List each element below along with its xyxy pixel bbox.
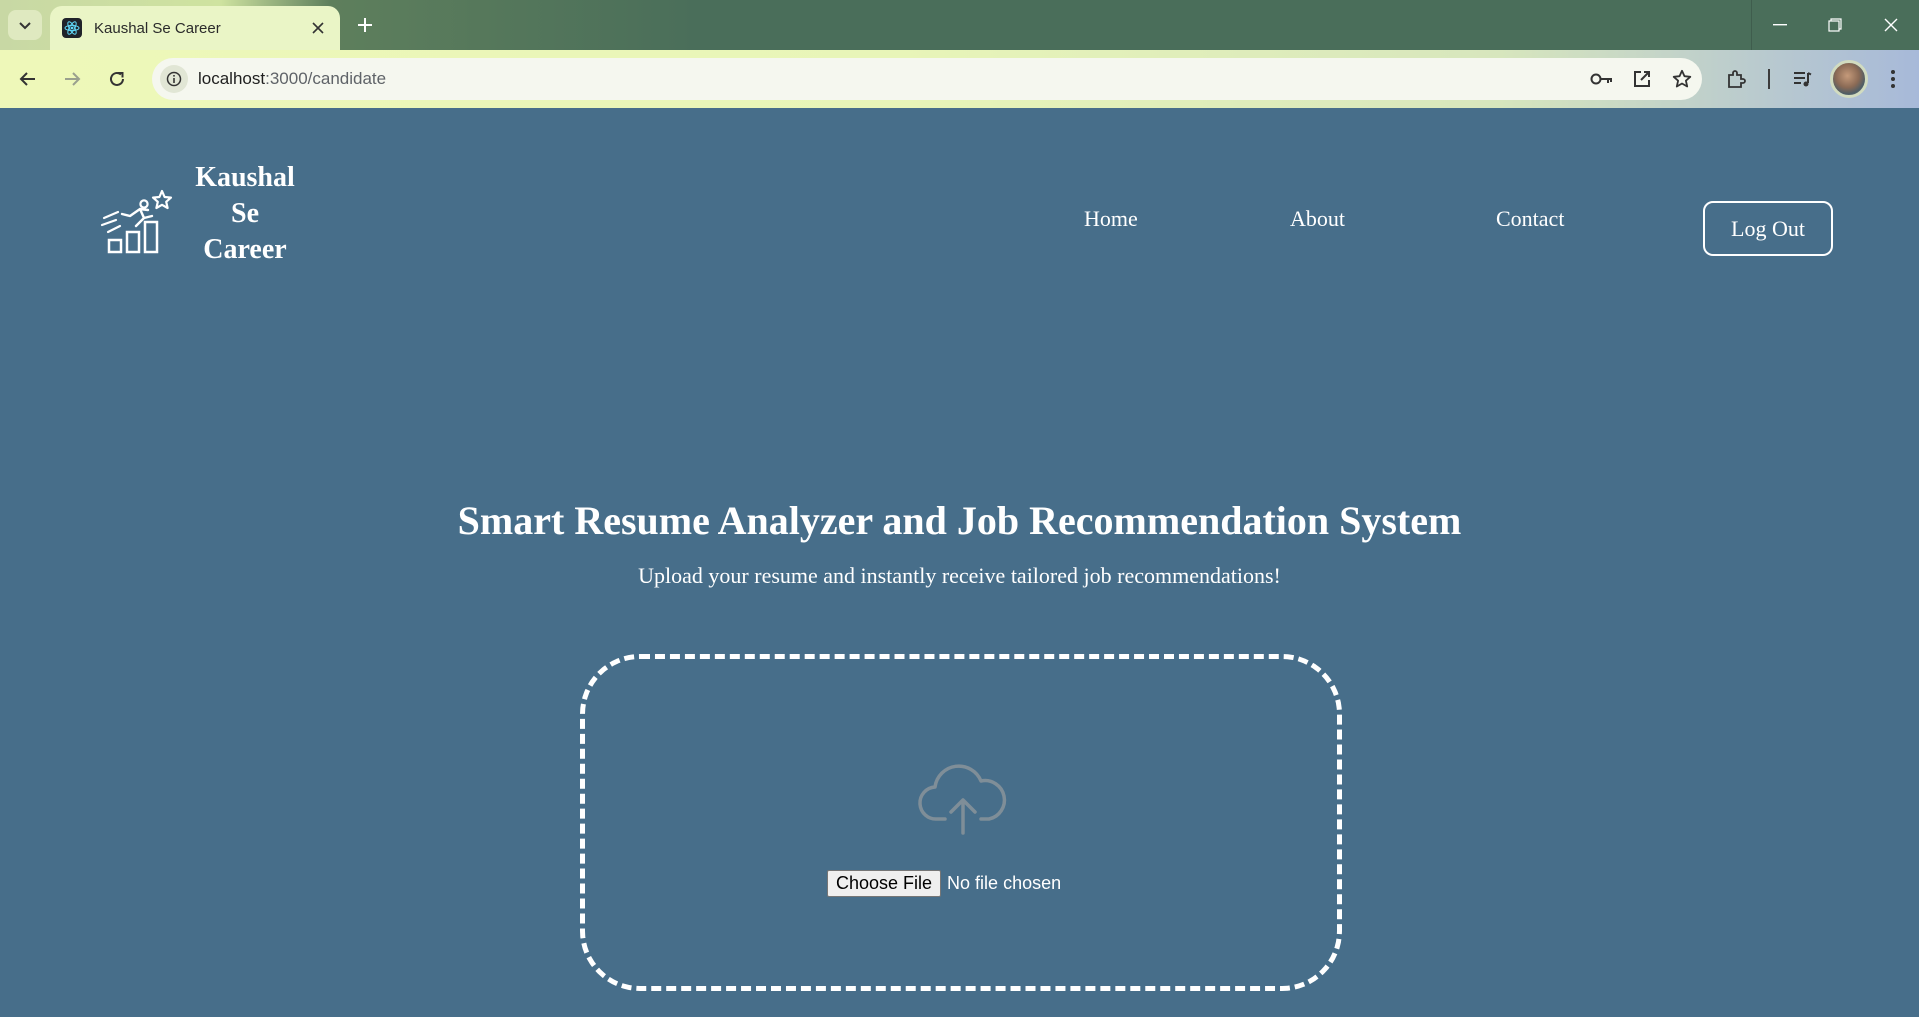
url-text[interactable]: localhost:3000/candidate — [198, 69, 1582, 89]
file-status-text: No file chosen — [947, 873, 1062, 893]
cloud-upload-icon — [918, 764, 1007, 835]
brand-name: Kaushal Se Career — [185, 160, 305, 268]
brand-line-1: Kaushal — [195, 162, 295, 193]
browser-tab-strip: Kaushal Se Career — [0, 0, 1919, 50]
tab-search-icon[interactable] — [8, 10, 42, 40]
url-host: localhost — [198, 69, 266, 88]
extensions-icon[interactable] — [1719, 62, 1753, 96]
brand-line-3: Career — [203, 234, 287, 265]
window-close-icon[interactable] — [1863, 0, 1919, 50]
browser-toolbar: localhost:3000/candidate — [0, 50, 1919, 108]
browser-tab[interactable]: Kaushal Se Career — [50, 6, 340, 50]
window-controls — [1751, 0, 1919, 50]
profile-avatar[interactable] — [1830, 60, 1868, 98]
media-icon[interactable] — [1785, 62, 1819, 96]
address-bar[interactable]: localhost:3000/candidate — [152, 58, 1702, 100]
forward-arrow-icon[interactable] — [55, 62, 89, 96]
file-input[interactable]: Choose File No file chosen — [827, 870, 1061, 897]
brand-line-2: Se — [231, 198, 259, 229]
reload-icon[interactable] — [100, 62, 134, 96]
nav-home-link[interactable]: Home — [1084, 206, 1138, 232]
site-info-icon[interactable] — [160, 65, 188, 93]
resume-dropzone[interactable]: Choose File No file chosen — [580, 654, 1342, 991]
open-in-new-icon[interactable] — [1622, 59, 1662, 99]
choose-file-button[interactable]: Choose File — [827, 870, 942, 897]
react-favicon-icon — [62, 18, 82, 38]
plus-icon[interactable] — [350, 10, 380, 40]
career-growth-logo-icon — [100, 189, 173, 254]
back-arrow-icon[interactable] — [11, 62, 45, 96]
tab-title: Kaushal Se Career — [94, 19, 221, 37]
page-subtitle: Upload your resume and instantly receive… — [638, 563, 1281, 588]
key-icon[interactable] — [1582, 59, 1622, 99]
page-content: Kaushal Se Career Home About Contact Log… — [0, 108, 1919, 1017]
brand[interactable]: Kaushal Se Career — [100, 160, 305, 268]
nav-contact-link[interactable]: Contact — [1496, 206, 1564, 232]
minimize-icon[interactable] — [1751, 0, 1807, 50]
logout-button[interactable]: Log Out — [1703, 201, 1833, 256]
page-title: Smart Resume Analyzer and Job Recommenda… — [457, 498, 1462, 543]
restore-icon[interactable] — [1807, 0, 1863, 50]
star-icon[interactable] — [1662, 59, 1702, 99]
toolbar-separator — [1768, 69, 1770, 89]
nav-about-link[interactable]: About — [1290, 206, 1345, 232]
close-icon[interactable] — [304, 14, 332, 42]
kebab-menu-icon[interactable] — [1876, 62, 1910, 96]
url-path: :3000/candidate — [265, 69, 387, 88]
